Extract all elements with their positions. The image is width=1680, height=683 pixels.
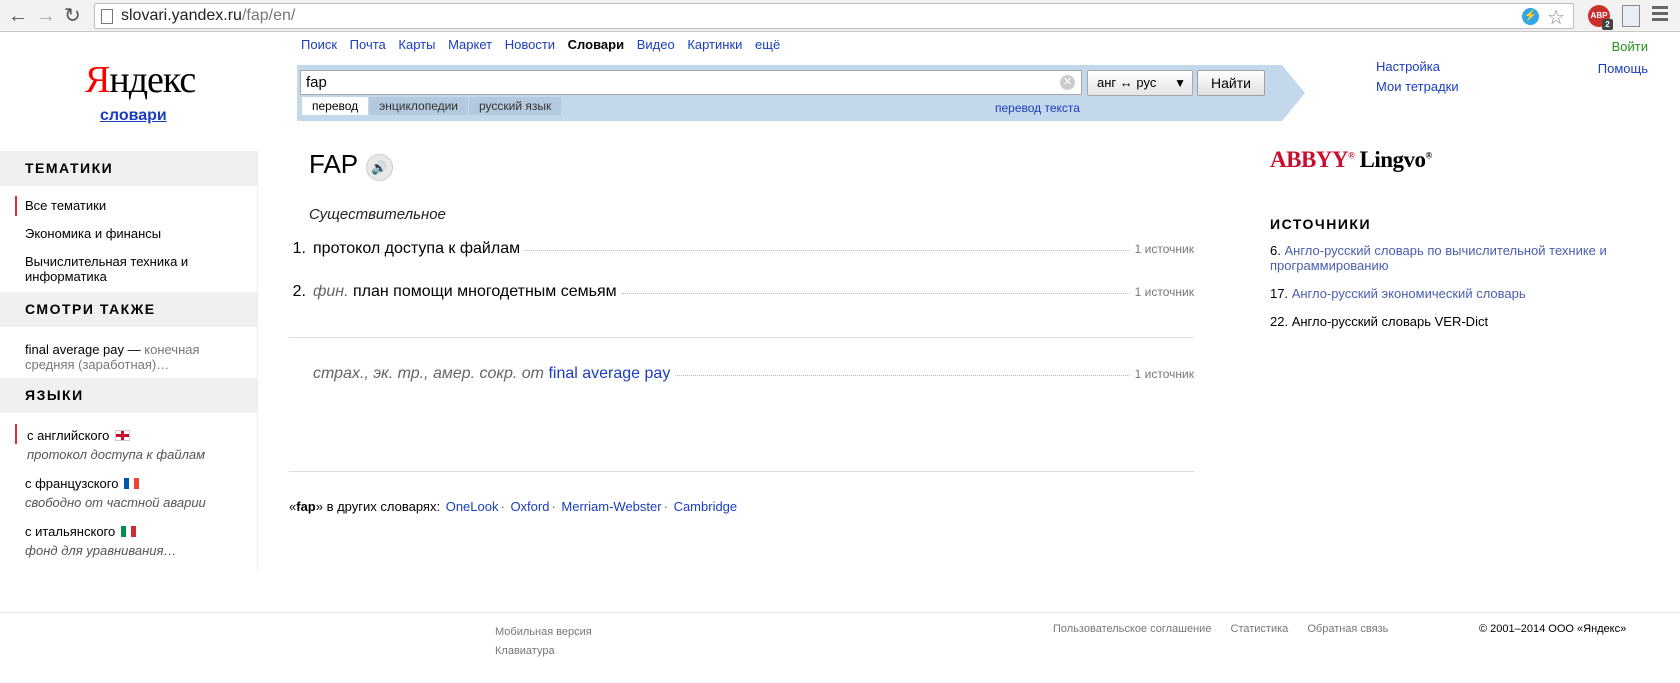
see-also-item[interactable]: final average pay — конечная средняя (за… — [0, 342, 230, 372]
lang-item-en[interactable]: с английского протокол доступа к файлам — [0, 424, 257, 464]
address-bar[interactable]: slovari.yandex.ru/fap/en/ ⚡ ☆ — [94, 3, 1574, 29]
lightning-icon[interactable]: ⚡ — [1522, 8, 1539, 25]
translation-entry: 1. протокол доступа к файлам 1 источник — [292, 240, 1194, 257]
service-current: Словари — [567, 37, 625, 52]
speaker-icon[interactable]: 🔊 — [366, 154, 393, 181]
final-average-pay-link[interactable]: final average pay — [548, 365, 670, 382]
statistics-link[interactable]: Статистика — [1231, 623, 1289, 635]
notebooks-link[interactable]: Мои тетрадки — [1376, 77, 1459, 97]
part-of-speech: Существительное — [309, 206, 446, 223]
help-link[interactable]: Помощь — [1598, 59, 1648, 79]
tab-russian[interactable]: русский язык — [469, 97, 562, 115]
copyright: © 2001–2014 ООО «Яндекс» — [1479, 623, 1627, 635]
it-flag-icon — [121, 526, 137, 537]
service-link[interactable]: Новости — [505, 37, 555, 52]
topic-item[interactable]: Вычислительная техника и информатика — [0, 254, 220, 284]
user-links: Войти Помощь — [1598, 37, 1648, 79]
divider — [289, 471, 1194, 472]
browser-toolbar: ← → ↻ slovari.yandex.ru/fap/en/ ⚡ ☆ ABP 2 — [0, 0, 1680, 32]
keyboard-link[interactable]: Клавиатура — [495, 642, 592, 661]
url-text: slovari.yandex.ru/fap/en/ — [121, 7, 296, 24]
service-link[interactable]: Маркет — [448, 37, 492, 52]
fr-flag-icon — [124, 478, 140, 489]
services-nav: Поиск Почта Карты Маркет Новости Словари… — [301, 37, 789, 52]
translation-entry: 2. фин. план помощи многодетным семьям 1… — [292, 283, 1194, 300]
service-link[interactable]: Видео — [637, 37, 675, 52]
left-sidebar: ТЕМАТИКИ Все тематики Экономика и финанс… — [0, 151, 258, 571]
forward-icon[interactable]: → — [36, 5, 56, 27]
menu-icon[interactable] — [1652, 6, 1668, 24]
see-also-heading: СМОТРИ ТАКЖЕ — [0, 292, 257, 327]
search-tabs: перевод энциклопедии русский язык — [302, 97, 562, 115]
onelook-link[interactable]: OneLook — [446, 499, 499, 514]
source-item[interactable]: 6. Англо-русский словарь по вычислительн… — [1270, 243, 1650, 273]
find-button[interactable]: Найти — [1197, 70, 1265, 96]
languages-heading: ЯЗЫКИ — [0, 378, 257, 413]
tab-translation[interactable]: перевод — [302, 97, 369, 115]
divider — [289, 337, 1194, 338]
feedback-link[interactable]: Обратная связь — [1307, 623, 1388, 635]
service-more[interactable]: ещё — [755, 37, 780, 52]
search-input[interactable] — [300, 70, 1082, 95]
slovari-link[interactable]: словари — [100, 107, 167, 125]
headword: FAP — [309, 149, 359, 179]
uk-flag-icon — [115, 430, 131, 441]
lang-item-fr[interactable]: с французского свободно от частной авари… — [0, 474, 257, 512]
page-icon — [101, 9, 113, 24]
cambridge-link[interactable]: Cambridge — [674, 499, 738, 514]
star-icon[interactable]: ☆ — [1547, 5, 1565, 30]
service-link[interactable]: Почта — [350, 37, 386, 52]
footer-left: Мобильная версия Клавиатура — [495, 623, 592, 661]
other-dictionaries: «fap» в других словарях: OneLook · Oxford… — [289, 499, 738, 514]
yandex-link[interactable]: Яндекс — [1583, 623, 1620, 635]
sources-heading: ИСТОЧНИКИ — [1270, 216, 1372, 232]
footer-links: Пользовательское соглашение Статистика О… — [1053, 623, 1404, 635]
mobile-version-link[interactable]: Мобильная версия — [495, 623, 592, 642]
service-link[interactable]: Карты — [398, 37, 435, 52]
settings-link[interactable]: Настройка — [1376, 57, 1459, 77]
topics-heading: ТЕМАТИКИ — [0, 151, 257, 186]
sources-list: 6. Англо-русский словарь по вычислительн… — [1270, 243, 1650, 342]
service-link[interactable]: Поиск — [301, 37, 337, 52]
tab-encyclopedias[interactable]: энциклопедии — [369, 97, 469, 115]
topic-item[interactable]: Экономика и финансы — [0, 226, 257, 241]
login-link[interactable]: Войти — [1598, 37, 1648, 57]
chevron-down-icon: ▼ — [1174, 76, 1186, 90]
source-count[interactable]: 1 источник — [1135, 367, 1194, 381]
settings-links: Настройка Мои тетрадки — [1376, 57, 1459, 97]
text-translation-link[interactable]: перевод текста — [995, 101, 1080, 115]
source-item: 22. Англо-русский словарь VER-Dict — [1270, 314, 1489, 329]
abbyy-lingvo-logo[interactable]: ABBYY® Lingvo® — [1270, 147, 1432, 173]
merriam-webster-link[interactable]: Merriam-Webster — [561, 499, 661, 514]
source-count[interactable]: 1 источник — [1135, 285, 1194, 299]
abbrev-entry: страх., эк. тр., амер. сокр. от final av… — [313, 365, 1194, 382]
service-link[interactable]: Картинки — [687, 37, 742, 52]
source-count[interactable]: 1 источник — [1135, 242, 1194, 256]
topic-item[interactable]: Все тематики — [0, 196, 257, 216]
language-select[interactable]: анг ↔ рус ▼ — [1087, 70, 1193, 96]
footer-divider — [0, 612, 1680, 613]
user-agreement-link[interactable]: Пользовательское соглашение — [1053, 623, 1211, 635]
yandex-logo[interactable]: Яндекс — [85, 58, 196, 102]
reload-icon[interactable]: ↻ — [64, 5, 81, 27]
back-icon[interactable]: ← — [8, 5, 28, 27]
oxford-link[interactable]: Oxford — [510, 499, 549, 514]
clear-icon[interactable]: ✕ — [1060, 75, 1075, 90]
extension-icon[interactable] — [1622, 5, 1640, 27]
source-item[interactable]: 17. Англо-русский экономический словарь — [1270, 286, 1650, 301]
adblock-icon[interactable]: ABP 2 — [1588, 5, 1613, 30]
lang-item-it[interactable]: с итальянского фонд для уравнивания… — [0, 522, 257, 560]
search-panel: ✕ анг ↔ рус▼ Найти переводэнциклопедииру… — [297, 65, 1305, 121]
